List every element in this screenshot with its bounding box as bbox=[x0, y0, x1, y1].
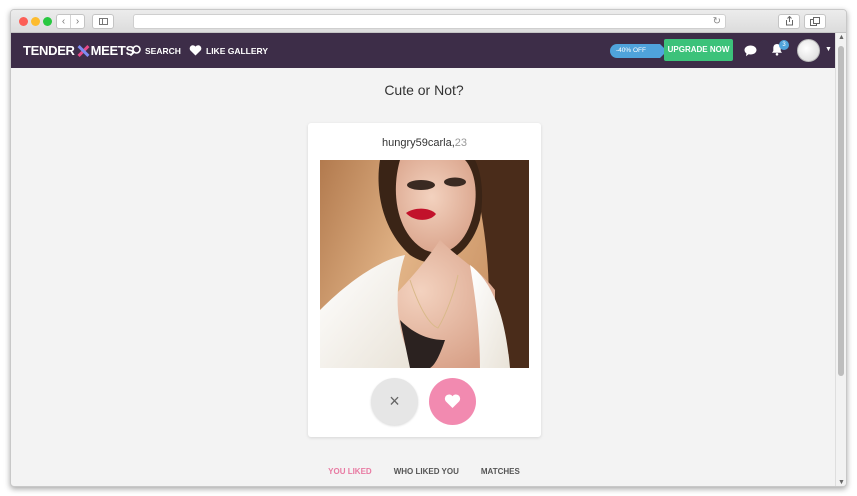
site-logo[interactable]: TENDER MEETS bbox=[23, 43, 134, 58]
nav-search-link[interactable]: SEARCH bbox=[130, 45, 181, 56]
search-icon bbox=[130, 45, 141, 56]
profile-photo-illustration bbox=[320, 160, 529, 368]
site-navbar: TENDER MEETS SEARCH LIKE GALLERY -40% OF… bbox=[11, 33, 837, 68]
logo-text-meets: MEETS bbox=[90, 43, 135, 58]
sidebar-icon bbox=[99, 18, 108, 25]
tab-you-liked[interactable]: YOU LIKED bbox=[317, 466, 383, 486]
profile-photo[interactable] bbox=[320, 160, 529, 368]
scroll-up-icon[interactable]: ▲ bbox=[836, 34, 846, 41]
tab-who-liked-you[interactable]: WHO LIKED YOU bbox=[383, 466, 470, 486]
discount-badge[interactable]: -40% OFF bbox=[610, 44, 667, 58]
heart-icon bbox=[444, 394, 461, 408]
likes-tabs: YOU LIKED WHO LIKED YOU MATCHES bbox=[11, 466, 837, 486]
profile-name-line[interactable]: hungry59carla,23 bbox=[308, 137, 541, 149]
tabs-icon bbox=[810, 17, 820, 26]
share-icon bbox=[785, 15, 793, 26]
close-icon: × bbox=[389, 391, 400, 411]
history-nav: ‹ › bbox=[56, 14, 85, 29]
close-window-button[interactable] bbox=[19, 17, 28, 26]
share-button[interactable] bbox=[778, 14, 800, 29]
upgrade-now-button[interactable]: UPGRADE NOW bbox=[664, 39, 733, 61]
profile-username: hungry59carla, bbox=[381, 137, 455, 149]
page-scrollbar[interactable]: ▲ ▼ bbox=[835, 33, 846, 486]
scroll-down-icon[interactable]: ▼ bbox=[836, 479, 846, 486]
browser-toolbar: ‹ › ↻ bbox=[11, 10, 846, 33]
back-button[interactable]: ‹ bbox=[57, 15, 71, 28]
reload-icon[interactable]: ↻ bbox=[713, 15, 721, 28]
address-bar[interactable]: ↻ bbox=[133, 14, 726, 29]
sidebar-toggle-button[interactable] bbox=[92, 14, 114, 29]
like-button[interactable] bbox=[429, 378, 476, 425]
forward-button[interactable]: › bbox=[71, 15, 84, 28]
nav-search-label: SEARCH bbox=[145, 45, 181, 56]
logo-x-icon bbox=[76, 45, 90, 57]
logo-text-tender: TENDER bbox=[23, 43, 75, 58]
profile-age: 23 bbox=[454, 137, 468, 149]
chevron-down-icon[interactable]: ▼ bbox=[825, 46, 832, 53]
notification-count-badge: 3 bbox=[779, 40, 789, 50]
scrollbar-thumb[interactable] bbox=[838, 46, 844, 376]
chat-bubble-icon bbox=[744, 45, 757, 57]
messages-button[interactable] bbox=[744, 44, 757, 62]
dislike-button[interactable]: × bbox=[371, 378, 418, 425]
zoom-window-button[interactable] bbox=[43, 17, 52, 26]
nav-gallery-label: LIKE GALLERY bbox=[206, 45, 269, 56]
tab-matches[interactable]: MATCHES bbox=[470, 466, 531, 486]
nav-like-gallery-link[interactable]: LIKE GALLERY bbox=[189, 45, 268, 56]
user-avatar[interactable] bbox=[797, 39, 820, 62]
heart-icon bbox=[189, 45, 202, 56]
profile-card: hungry59carla,23 × bbox=[308, 123, 541, 437]
browser-window: ‹ › ↻ TENDER MEETS SEARCH LIKE GALLERY -… bbox=[10, 9, 847, 487]
show-tabs-button[interactable] bbox=[804, 14, 826, 29]
minimize-window-button[interactable] bbox=[31, 17, 40, 26]
page-title: Cute or Not? bbox=[384, 82, 464, 98]
